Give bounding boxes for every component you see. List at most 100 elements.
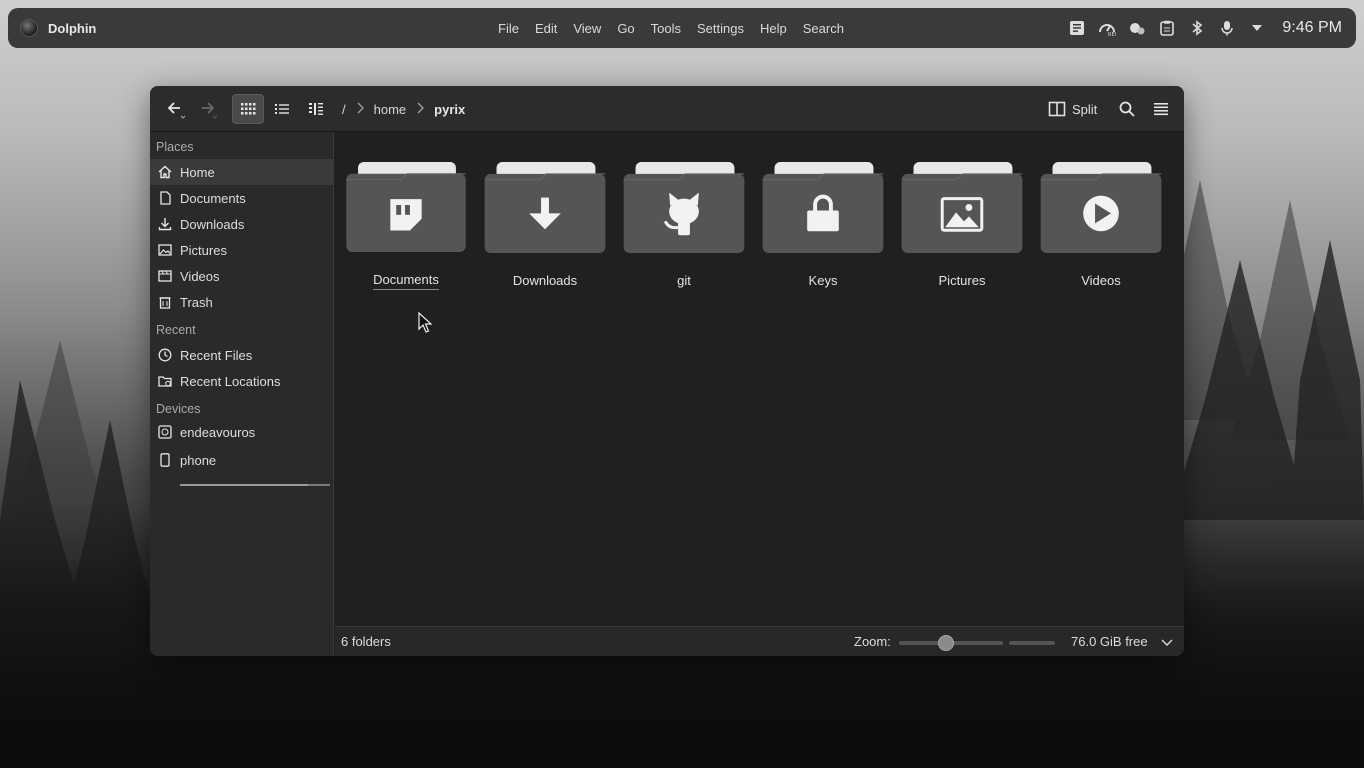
disk-usage-bar [180, 484, 330, 486]
top-panel: Dolphin File Edit View Go Tools Settings… [8, 8, 1356, 48]
caret-down-icon[interactable] [1248, 19, 1266, 37]
folder-name: Documents [373, 272, 439, 290]
split-label: Split [1072, 101, 1098, 117]
bluetooth-icon[interactable] [1188, 19, 1206, 37]
split-view-icon [1048, 101, 1066, 117]
notes-icon[interactable] [1068, 19, 1086, 37]
sidebar-item-label: Pictures [180, 242, 227, 258]
menu-tools[interactable]: Tools [643, 21, 689, 36]
zoom-slider[interactable] [899, 635, 1003, 651]
list-icon [275, 104, 289, 114]
active-app-name: Dolphin [48, 20, 97, 36]
grid-icon [241, 103, 256, 115]
chevron-down-icon[interactable] [1161, 636, 1173, 651]
phone-icon [158, 453, 172, 467]
sidebar-item-trash[interactable]: Trash [150, 289, 334, 315]
folder-icon [762, 161, 884, 253]
details-view-button[interactable] [302, 94, 330, 124]
folder-name: Keys [808, 273, 838, 288]
zoom-slider-handle[interactable] [937, 635, 954, 651]
microphone-icon[interactable] [1218, 19, 1236, 37]
folder-icon [1040, 161, 1162, 253]
folder-name: Downloads [512, 273, 578, 288]
folder-icon [901, 161, 1023, 253]
places-panel: Places Home Documents Downloads Pictures… [150, 132, 334, 656]
clock[interactable]: 9:46 PM [1282, 19, 1342, 37]
folder-git[interactable]: git [623, 160, 745, 290]
sidebar-item-label: Home [180, 164, 215, 180]
menu-view[interactable]: View [565, 21, 609, 36]
sidebar-item-label: Documents [180, 190, 246, 206]
menu-file[interactable]: File [490, 21, 527, 36]
chevron-right-icon [356, 102, 364, 117]
sidebar-item-label: phone [180, 452, 217, 468]
drive-icon [158, 425, 172, 439]
menu-help[interactable]: Help [752, 21, 795, 36]
dolphin-window: / home pyrix Split Places Home Documents… [150, 86, 1184, 656]
sidebar-item-label: Recent Files [180, 347, 253, 363]
picture-icon [158, 243, 172, 257]
download-icon [158, 217, 172, 231]
hamburger-menu-button[interactable] [1148, 94, 1174, 124]
icons-view-button[interactable] [232, 94, 264, 124]
speedometer-icon[interactable]: REC [1098, 19, 1116, 37]
document-icon [158, 191, 172, 205]
breadcrumb-root[interactable]: / [342, 102, 346, 117]
menu-settings[interactable]: Settings [689, 21, 752, 36]
forward-button[interactable] [194, 94, 220, 124]
sidebar-item-recent-locations[interactable]: Recent Locations [150, 368, 334, 394]
sidebar-item-documents[interactable]: Documents [150, 185, 334, 211]
disk-usage-fill [180, 484, 308, 486]
clipboard-icon[interactable] [1158, 19, 1176, 37]
folder-icon [623, 161, 745, 253]
toolbar: / home pyrix Split [150, 86, 1184, 132]
sidebar-item-downloads[interactable]: Downloads [150, 211, 334, 237]
search-button[interactable] [1114, 94, 1140, 124]
status-bar: 6 folders Zoom: 76.0 GiB free [335, 626, 1184, 656]
sidebar-item-home[interactable]: Home [150, 159, 334, 185]
sidebar-item-videos[interactable]: Videos [150, 263, 334, 289]
sidebar-item-label: Trash [180, 294, 213, 310]
breadcrumb-current[interactable]: pyrix [434, 102, 465, 117]
mouse-cursor-icon [418, 312, 432, 333]
back-button[interactable] [162, 94, 188, 124]
space-usage-bar [1009, 641, 1055, 645]
chat-icon[interactable] [1128, 19, 1146, 37]
breadcrumb-home[interactable]: home [374, 102, 407, 117]
folder-downloads[interactable]: Downloads [484, 160, 606, 290]
folder-icon [484, 161, 606, 253]
global-menu: File Edit View Go Tools Settings Help Se… [490, 8, 852, 48]
folder-pictures[interactable]: Pictures [901, 160, 1023, 290]
clock-icon [158, 348, 172, 362]
section-places: Places [156, 140, 194, 154]
split-button[interactable]: Split [1048, 94, 1097, 124]
sidebar-item-recent-files[interactable]: Recent Files [150, 342, 334, 368]
folder-videos[interactable]: Videos [1040, 160, 1162, 290]
menu-go[interactable]: Go [609, 21, 642, 36]
details-icon [309, 103, 323, 115]
breadcrumb: / home pyrix [336, 86, 465, 132]
menu-search[interactable]: Search [795, 21, 852, 36]
menu-edit[interactable]: Edit [527, 21, 565, 36]
folder-keys[interactable]: Keys [762, 160, 884, 290]
sidebar-item-label: endeavouros [180, 424, 256, 440]
sidebar-item-label: Downloads [180, 216, 245, 232]
app-logo-icon [20, 19, 38, 37]
sidebar-item-label: Recent Locations [180, 373, 281, 389]
sidebar-item-phone[interactable]: phone [150, 447, 334, 473]
item-count: 6 folders [341, 634, 391, 649]
sidebar-item-endeavouros[interactable]: endeavouros [150, 419, 334, 445]
hamburger-icon [1154, 103, 1168, 116]
sidebar-item-pictures[interactable]: Pictures [150, 237, 334, 263]
svg-text:REC: REC [1108, 32, 1116, 36]
video-icon [158, 269, 172, 283]
app-launcher[interactable]: Dolphin [20, 19, 96, 37]
folder-documents[interactable]: Documents [345, 160, 467, 290]
folder-name: git [677, 273, 691, 288]
file-view[interactable]: Documents Downloads git Keys Pictures Vi… [335, 132, 1184, 626]
trash-icon [158, 295, 172, 309]
folder-name: Videos [1081, 273, 1121, 288]
compact-view-button[interactable] [268, 94, 296, 124]
free-space[interactable]: 76.0 GiB free [1071, 634, 1148, 649]
home-icon [158, 165, 172, 179]
